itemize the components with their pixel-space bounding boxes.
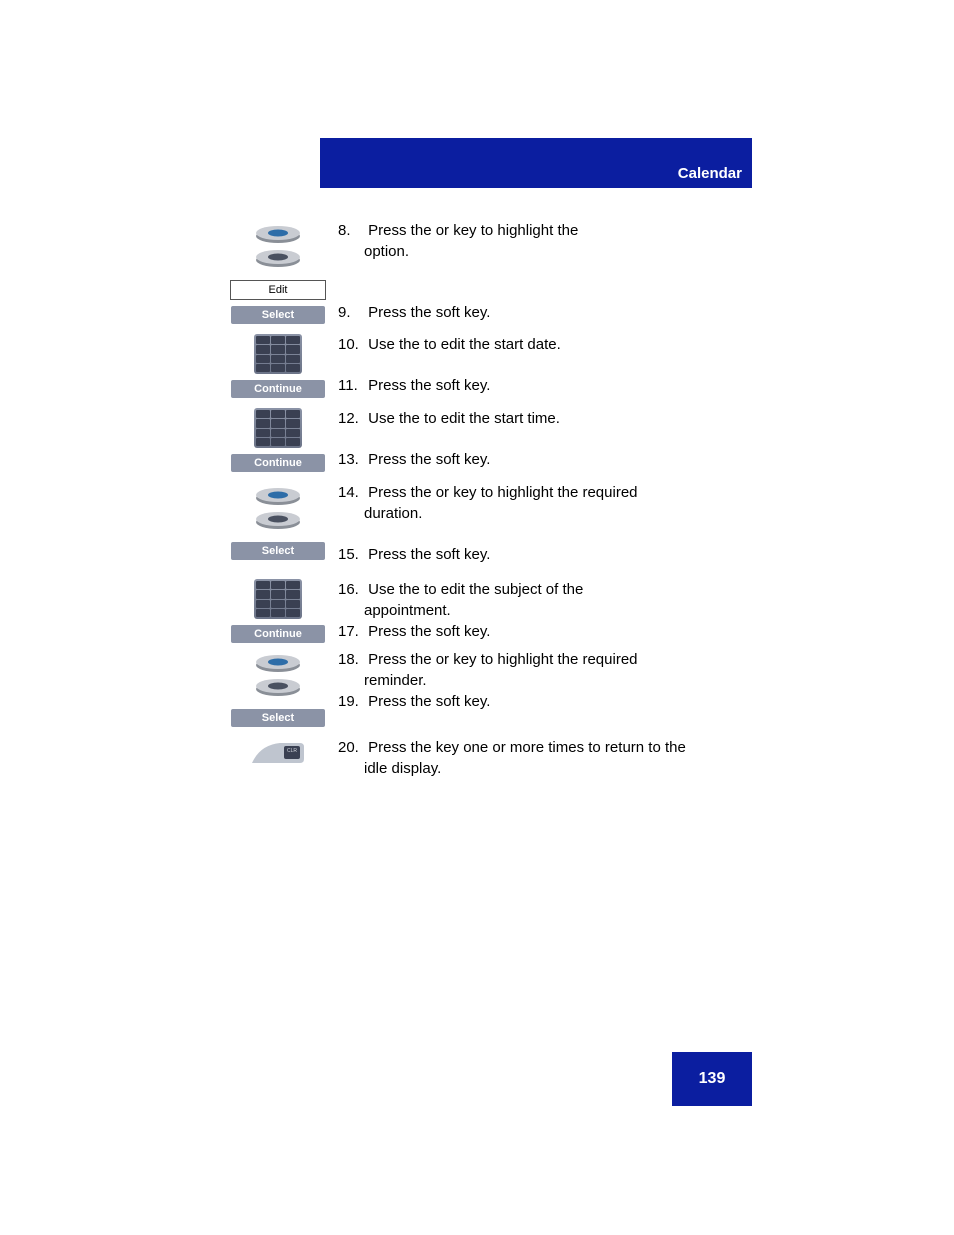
- text: Press the: [368, 377, 436, 394]
- text: soft key.: [436, 693, 491, 710]
- step-number: 13.: [338, 449, 364, 470]
- page-number-box: 139: [672, 1052, 752, 1106]
- text: key to highlight the required: [453, 651, 637, 668]
- text: Press the: [368, 651, 436, 668]
- text: or: [436, 484, 454, 501]
- text: soft key.: [436, 304, 491, 321]
- step-number: 19.: [338, 691, 364, 712]
- nav-up-icon: [253, 482, 303, 506]
- step-10: 10. Use the to edit the start date.: [338, 334, 758, 355]
- continue-label: Continue: [254, 457, 302, 469]
- nav-up-icon: [253, 649, 303, 673]
- nav-down-icon: [253, 679, 303, 703]
- step-number: 10.: [338, 334, 364, 355]
- step-number: 8.: [338, 220, 364, 241]
- text: key one or more times to return to the: [436, 739, 686, 756]
- step-number: 20.: [338, 737, 364, 758]
- text: soft key.: [436, 623, 491, 640]
- edit-field: Edit: [230, 280, 326, 300]
- select-label: Select: [262, 545, 294, 557]
- continue-label: Continue: [254, 383, 302, 395]
- text: to edit the start time.: [424, 410, 560, 427]
- step-number: 14.: [338, 482, 364, 503]
- step-11: 11. Press the soft key.: [338, 375, 758, 396]
- step-number: 18.: [338, 649, 364, 670]
- step-number: 9.: [338, 302, 364, 323]
- svg-text:CLR: CLR: [287, 748, 297, 754]
- edit-label: Edit: [269, 284, 288, 296]
- text: to edit the start date.: [424, 336, 561, 353]
- text: or: [436, 222, 454, 239]
- step-16: 16. Use the to edit the subject of the a…: [338, 579, 758, 621]
- select-softkey: Select: [231, 542, 325, 560]
- step-19: 19. Press the soft key.: [338, 691, 758, 712]
- dialpad-icon: [254, 334, 302, 374]
- text: or: [436, 651, 454, 668]
- dialpad-icon: [254, 579, 302, 619]
- text: Press the: [368, 304, 436, 321]
- text: Press the: [368, 484, 436, 501]
- step-number: 16.: [338, 579, 364, 600]
- text: soft key.: [436, 546, 491, 563]
- text: option.: [364, 243, 409, 260]
- text: idle display.: [364, 760, 441, 777]
- select-softkey: Select: [231, 306, 325, 324]
- nav-down-icon: [253, 512, 303, 536]
- nav-up-icon: [253, 220, 303, 244]
- text: appointment.: [364, 602, 451, 619]
- select-label: Select: [262, 309, 294, 321]
- continue-softkey: Continue: [231, 380, 325, 398]
- step-number: 12.: [338, 408, 364, 429]
- text: Use the: [368, 336, 424, 353]
- step-17: 17. Press the soft key.: [338, 621, 758, 642]
- text: Press the: [368, 693, 436, 710]
- text: Use the: [368, 581, 424, 598]
- continue-label: Continue: [254, 628, 302, 640]
- step-15: 15. Press the soft key.: [338, 544, 758, 565]
- text: key to highlight the: [453, 222, 578, 239]
- text: key to highlight the required: [453, 484, 637, 501]
- select-label: Select: [262, 712, 294, 724]
- step-number: 15.: [338, 544, 364, 565]
- step-13: 13. Press the soft key.: [338, 449, 758, 470]
- text: Press the: [368, 739, 436, 756]
- text: Use the: [368, 410, 424, 427]
- clr-key-icon: CLR: [250, 737, 306, 767]
- continue-softkey: Continue: [231, 625, 325, 643]
- text: Press the: [368, 546, 436, 563]
- step-9: 9. Press the soft key.: [338, 302, 758, 323]
- content-area: Edit Select 8. Press the or key to highl…: [218, 220, 758, 785]
- step-number: 17.: [338, 621, 364, 642]
- step-12: 12. Use the to edit the start time.: [338, 408, 758, 429]
- text: to edit the subject of the: [424, 581, 583, 598]
- nav-down-icon: [253, 250, 303, 274]
- step-8: 8. Press the or key to highlight the opt…: [338, 220, 758, 262]
- step-18: 18. Press the or key to highlight the re…: [338, 649, 758, 691]
- select-softkey: Select: [231, 709, 325, 727]
- text: reminder.: [364, 672, 427, 689]
- step-14: 14. Press the or key to highlight the re…: [338, 482, 758, 524]
- page-number: 139: [699, 1070, 726, 1088]
- step-20: 20. Press the key one or more times to r…: [338, 737, 758, 779]
- text: Press the: [368, 623, 436, 640]
- header-bar: Calendar: [320, 138, 752, 188]
- header-title: Calendar: [678, 165, 742, 182]
- text: duration.: [364, 505, 422, 522]
- text: Press the: [368, 451, 436, 468]
- text: soft key.: [436, 377, 491, 394]
- text: soft key.: [436, 451, 491, 468]
- dialpad-icon: [254, 408, 302, 448]
- text: Press the: [368, 222, 436, 239]
- continue-softkey: Continue: [231, 454, 325, 472]
- step-number: 11.: [338, 375, 364, 396]
